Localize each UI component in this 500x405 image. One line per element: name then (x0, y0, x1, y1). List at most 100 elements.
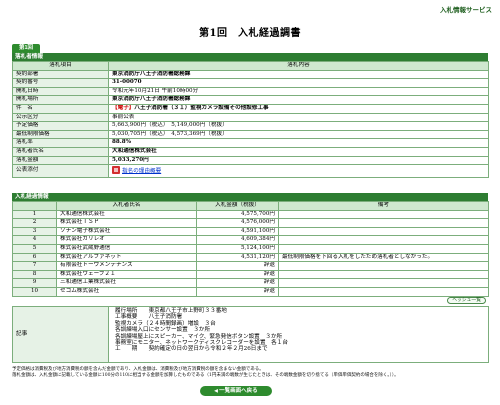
bid-amount: 辞退 (196, 286, 279, 297)
bidder-name: 株式会社アルファネット (56, 252, 197, 263)
attachment-link[interactable]: 指名の理由概要 (122, 168, 161, 174)
bid-amount: 辞退 (196, 261, 279, 271)
table-row: 5 株式会社武蔵野通信 5,124,100円 (12, 243, 489, 254)
bidder-name: 株式会社ガリレオ (56, 235, 197, 245)
bid-note (278, 286, 489, 297)
bidder-name: 株式会社ＴＳＰ (56, 218, 197, 228)
row-award-rate: 落札率 88.8% (12, 138, 489, 148)
bid-info-section-header: 落札者情報 (12, 53, 488, 61)
bid-amount: 4,609,384円 (196, 235, 279, 245)
row-label: 予定価格 (12, 121, 109, 131)
bid-note (278, 243, 489, 254)
bid-history-section-header: 入札経過情報 (12, 193, 488, 201)
row-attachment: 公表添付 指名の理由概要 (12, 164, 489, 179)
bidder-name: 大和通信株式会社 (56, 209, 197, 220)
col-note-header: 備考 (278, 201, 489, 211)
memo-text: 履行場所 東京都八王子市上野町３３番地 工事概要 八王子消防署 監視カメラ（２４… (115, 308, 288, 353)
row-no: 6 (12, 252, 57, 263)
table-row: 7 有限会社トーワメンテナンス 辞退 (12, 261, 489, 271)
bid-note (278, 269, 489, 280)
bid-note: 最低制限価格を下回る入札をしたため落札者としなかった。 (278, 252, 489, 263)
footnote: 落札金額は、入札金額に記載している金額に100分の110に相当する金額を加算した… (12, 373, 399, 378)
table-row: 6 株式会社アルファネット 4,531,120円 最低制限価格を下回る入札をしたため落… (12, 252, 489, 263)
bid-note (278, 261, 489, 271)
col-amount-header: 入札金額（税抜） (196, 201, 279, 211)
bid-note (278, 235, 489, 245)
bidder-name: 有限会社トーワメンテナンス (56, 261, 197, 271)
row-label: 開札日時 (12, 86, 109, 97)
row-no: 5 (12, 243, 57, 254)
row-planned-price: 予定価格 5,663,900円（税込） 5,149,000円（税抜） (12, 121, 489, 131)
bid-amount: 辞退 (196, 269, 279, 280)
table-row: 1 大和通信株式会社 4,575,700円 (12, 209, 489, 220)
tab-round-1[interactable]: 第1回 (12, 44, 40, 53)
bid-amount: 辞退 (196, 278, 279, 288)
row-no: 4 (12, 235, 57, 245)
col-no-header (12, 201, 57, 211)
page-title: 第1回 入札経過調書 (199, 28, 301, 39)
row-award-amount: 落札金額 5,033,270円 (12, 155, 489, 166)
bid-note (278, 209, 489, 220)
bidder-name: 三和通信工業株式会社 (56, 278, 197, 288)
bid-note (278, 278, 489, 288)
table-row: 3 ソナン電子株式会社 4,591,100円 (12, 226, 489, 237)
bidder-name: 株式会社武蔵野通信 (56, 243, 197, 254)
col-item-header: 落札項目 (12, 61, 109, 71)
table-row: 10 セコム株式会社 辞退 (12, 286, 489, 297)
row-label: 契約部署 (12, 69, 109, 80)
row-value: 大和通信株式会社 (108, 146, 489, 157)
row-label: 公表添付 (12, 164, 109, 179)
row-no: 9 (12, 278, 57, 288)
row-value: 事前公表 (108, 112, 489, 123)
bid-note (278, 218, 489, 228)
row-no: 3 (12, 226, 57, 237)
row-value: 5,663,900円（税込） 5,149,000円（税抜） (108, 121, 489, 131)
row-value: 31-00070 (108, 78, 489, 88)
table-row: 9 三和通信工業株式会社 辞退 (12, 278, 489, 288)
row-value: 指名の理由概要 (108, 164, 489, 179)
bid-info-table: 落札項目 落札内容 契約部署 東京消防庁八王子消防署総務課 契約番号 31-00… (12, 61, 489, 179)
row-label: 最低制限価格 (12, 129, 109, 140)
row-no: 1 (12, 209, 57, 220)
row-no: 8 (12, 269, 57, 280)
row-label: 公示区分 (12, 112, 109, 123)
electronic-tag: 【電子】 (112, 104, 135, 111)
table-row: 2 株式会社ＴＳＰ 4,576,000円 (12, 218, 489, 228)
row-no: 7 (12, 261, 57, 271)
subject-text: 八王子消防署（３１）監視カメラ設備その他設修工事 (134, 104, 269, 111)
batch-list-button[interactable]: ヘッシュ一覧 (447, 297, 486, 304)
bidder-name: 株式会社ウェーブ２１ (56, 269, 197, 280)
row-label: 契約番号 (12, 78, 109, 88)
bidder-name: ソナン電子株式会社 (56, 226, 197, 237)
row-min-price: 最低制限価格 5,030,705円（税込） 4,573,369円（税抜） (12, 129, 489, 140)
bid-amount: 5,124,100円 (196, 243, 279, 254)
row-winner-name: 落札者氏名 大和通信株式会社 (12, 146, 489, 157)
row-contract-number: 契約番号 31-00070 (12, 78, 489, 88)
row-announcement-type: 公示区分 事前公表 (12, 112, 489, 123)
memo-table: 記事 履行場所 東京都八王子市上野町３３番地 工事概要 八王子消防署 監視カメラ… (12, 306, 489, 363)
bidder-name: セコム株式会社 (56, 286, 197, 297)
row-value: 88.8% (108, 138, 489, 148)
row-value: 5,030,705円（税込） 4,573,369円（税抜） (108, 129, 489, 140)
memo-label: 記事 (12, 306, 109, 363)
row-no: 10 (12, 286, 57, 297)
col-name-header: 入札者氏名 (56, 201, 197, 211)
row-value: 東京消防庁八王子消防署総務課 (108, 95, 489, 105)
row-opening-place: 開札場所 東京消防庁八王子消防署総務課 (12, 95, 489, 105)
pdf-icon (112, 166, 120, 175)
row-label: 件 名 (12, 103, 109, 114)
row-value: 令和元年10月21日 午前10時00分 (108, 86, 489, 97)
bid-note (278, 226, 489, 237)
row-label: 落札者氏名 (12, 146, 109, 157)
row-opening-datetime: 開札日時 令和元年10月21日 午前10時00分 (12, 86, 489, 97)
service-link[interactable]: 入札情報サービス (440, 4, 492, 14)
row-contract-dept: 契約部署 東京消防庁八王子消防署総務課 (12, 69, 489, 80)
bid-amount: 4,575,700円 (196, 209, 279, 220)
bid-amount: 4,591,100円 (196, 226, 279, 237)
back-to-list-button[interactable]: 一覧画面へ戻る (200, 386, 272, 396)
bid-history-table: 入札者氏名 入札金額（税抜） 備考 1 大和通信株式会社 4,575,700円 2株… (12, 201, 489, 297)
table-row: 4 株式会社ガリレオ 4,609,384円 (12, 235, 489, 245)
row-label: 落札金額 (12, 155, 109, 166)
row-no: 2 (12, 218, 57, 228)
row-label: 開札場所 (12, 95, 109, 105)
